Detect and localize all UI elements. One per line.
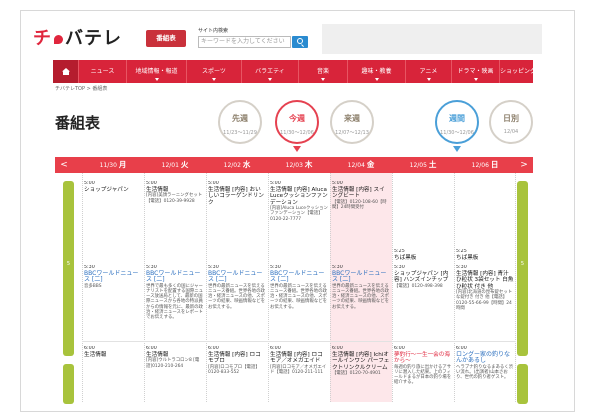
nav-shopping[interactable]: ショッピング	[500, 60, 536, 83]
program-cell[interactable]: 5:00 生活情報 [内容]美顔ラーニングセット【電話】0120-39-9928	[146, 181, 204, 231]
week-next-button[interactable]: 来週 12/07〜12/13	[330, 100, 374, 144]
chevron-down-icon	[321, 78, 325, 81]
ad-banner[interactable]	[322, 24, 542, 54]
day-header-sat[interactable]: 12/05 土	[392, 157, 454, 173]
current-week-pointer	[293, 146, 301, 152]
program-cell[interactable]: 6:00 生活情報 [内容] Ichiオールインワン パーフェクトリンクルクリーム…	[332, 346, 390, 400]
view-weekly-button[interactable]: 週間 11/30〜12/06	[435, 100, 479, 144]
program-cell[interactable]: 5:30 ショップジャパン [内容] ハンズインチップ 【電話】0120-498-3…	[394, 265, 452, 337]
program-cell[interactable]: 5:30 BBCワールドニュース [二] 音多BBS	[84, 265, 142, 337]
time-sidebar-right: 5	[517, 181, 528, 356]
program-cell[interactable]: 5:30 BBCワールドニュース [二] 世界の最新ニュースを伝えるニュース番組。世…	[270, 265, 328, 337]
search-button[interactable]	[292, 36, 308, 48]
chevron-down-icon	[473, 78, 478, 81]
chevron-down-icon	[212, 78, 216, 81]
program-cell[interactable]: 6:00 生活情報 [内容]ウルトラコロン8 [電話]0120-210-264	[146, 346, 204, 400]
program-cell[interactable]: 5:00 生活情報 [内容] おいしいコラーゲンドリンク	[208, 181, 266, 231]
time-sidebar-left: 5	[63, 181, 74, 356]
day-header-mon[interactable]: 11/30 月	[82, 157, 144, 173]
program-cell[interactable]: 5:00 生活情報 [内容] スイングビート 【電話】0120-108-60【時間】…	[332, 181, 390, 231]
nav-local[interactable]: 地域情報・報道	[127, 60, 187, 83]
site-logo[interactable]: チバテレ	[33, 24, 122, 50]
program-cell[interactable]: 6:00 生活情報 [内容] ロコモア／オメガエイド [内容]ロコモア／オメガエイド…	[270, 346, 328, 400]
weekly-view-pointer	[453, 146, 461, 152]
view-daily-button[interactable]: 日別 12/04	[489, 100, 533, 144]
program-cell[interactable]: 5:00 生活情報 [内容] Aluca Luceクッションファンデーション [内容…	[270, 181, 328, 231]
nav-sports[interactable]: スポーツ	[187, 60, 242, 83]
day-header-bar: < 11/30 月 12/01 火 12/02 水 12/03 木 12/04 …	[55, 157, 533, 173]
chevron-down-icon	[374, 78, 379, 81]
program-cell[interactable]: 5:30 BBCワールドニュース [二] 世界の最新ニュースを伝えるニュース番組。世…	[208, 265, 266, 337]
program-cell[interactable]: 5:30 BBCワールドニュース [二] 世界で最も多くの国にジャーナリストを配置す…	[146, 265, 204, 337]
program-cell[interactable]: 6:00 生活情報 [内容] ロコモプロ [内容]ロコモプロ【電話】0120-833…	[208, 346, 266, 400]
nav-anime[interactable]: アニメ	[406, 60, 452, 83]
main-nav: ニュース 地域情報・報道 スポーツ バラエティ 音楽 趣味・教養 アニメ ドラマ…	[53, 60, 536, 83]
next-day-arrow[interactable]: >	[517, 157, 531, 173]
day-header-tue[interactable]: 12/01 火	[144, 157, 206, 173]
program-cell[interactable]: 5:30 BBCワールドニュース [二] 世界の最新ニュースを伝えるニュース番組。世…	[332, 265, 390, 337]
week-prev-button[interactable]: 先週 11/23〜11/29	[218, 100, 262, 144]
day-header-thu[interactable]: 12/03 木	[268, 157, 330, 173]
row-divider	[82, 341, 516, 342]
program-cell[interactable]: 6:00 ロングー家の釣りなんかあるし ヘラブナ釣りなるまあるく渋い流れ。(出演者)…	[456, 346, 514, 400]
program-cell[interactable]: 5:25 ちば黒板	[456, 249, 514, 263]
nav-drama[interactable]: ドラマ・映画	[452, 60, 500, 83]
nav-music[interactable]: 音楽	[299, 60, 348, 83]
program-guide-button[interactable]: 番組表	[146, 30, 186, 47]
page-title: 番組表	[55, 114, 101, 132]
time-sidebar-right-6	[517, 364, 528, 404]
search-icon	[297, 38, 303, 44]
home-icon	[62, 68, 70, 75]
program-cell[interactable]: 6:00 夢釣行～一生一会の海から～ 毎週の釣り旅に出かけるアサリに潜入した結果。上…	[394, 346, 452, 400]
week-current-button[interactable]: 今週 11/30〜12/06	[275, 100, 319, 144]
breadcrumb[interactable]: チバテレTOP > 番組表	[55, 85, 107, 92]
day-header-sun[interactable]: 12/06 日	[454, 157, 516, 173]
chevron-down-icon	[154, 78, 159, 81]
nav-news[interactable]: ニュース	[79, 60, 127, 83]
search-label: サイト内検索	[198, 28, 229, 34]
program-cell[interactable]: 6:00 生活情報	[84, 346, 142, 400]
program-cell[interactable]: 5:00 ショップジャパン	[84, 181, 142, 231]
nav-hobby[interactable]: 趣味・教養	[348, 60, 406, 83]
nav-variety[interactable]: バラエティ	[242, 60, 299, 83]
time-sidebar-left-6	[63, 364, 74, 404]
chevron-down-icon	[426, 78, 431, 81]
program-cell[interactable]: 5:30 生活情報 [内容] 青汁 ひ粒状 3袋セット 白魚ひ粒状 付き 他 [内容…	[456, 265, 514, 337]
day-header-wed[interactable]: 12/02 水	[206, 157, 268, 173]
nav-home[interactable]	[53, 60, 79, 83]
search-input[interactable]: キーワードを入力してください	[198, 36, 291, 48]
prev-day-arrow[interactable]: <	[57, 157, 71, 173]
program-cell[interactable]: 5:25 ちば黒板	[394, 249, 452, 263]
day-header-fri[interactable]: 12/04 金	[330, 157, 392, 173]
chevron-down-icon	[268, 78, 272, 81]
schedule-grid: 5 5 5:00 ショップジャパン 5:00 生活情報 [内容]美顔ラーニングセット【…	[55, 173, 533, 404]
